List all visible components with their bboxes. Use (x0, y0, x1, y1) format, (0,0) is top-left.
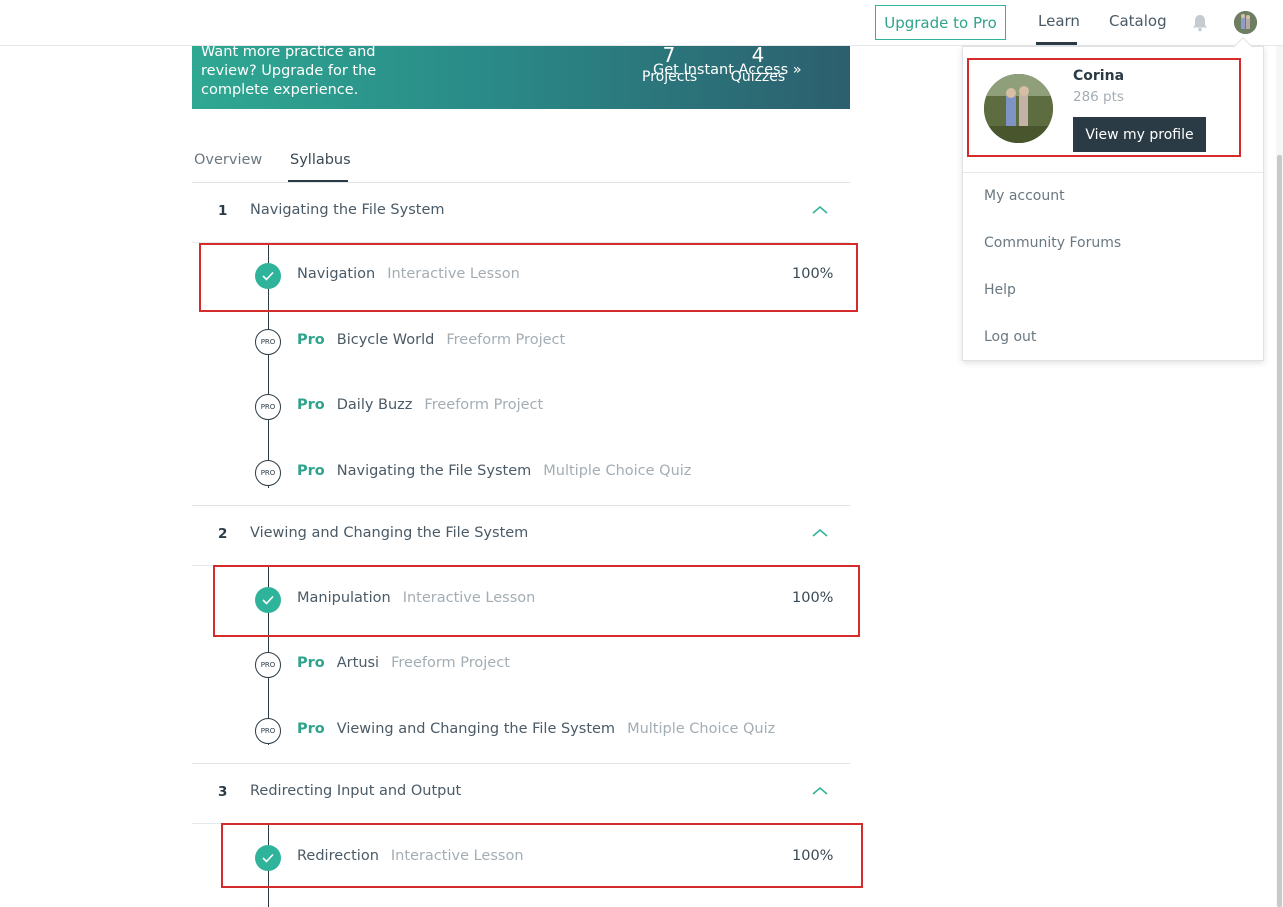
item-type: Multiple Choice Quiz (543, 463, 692, 479)
top-navbar: Upgrade to Pro Learn Catalog (0, 0, 1283, 46)
section-title: Navigating the File System (250, 202, 445, 218)
list-item[interactable]: PRO Pro Artusi Freeform Project (192, 645, 850, 685)
menu-item-log-out[interactable]: Log out (984, 329, 1036, 345)
item-type: Freeform Project (391, 655, 510, 671)
nav-active-indicator (1036, 42, 1077, 45)
menu-item-community-forums[interactable]: Community Forums (984, 235, 1121, 251)
section-title: Viewing and Changing the File System (250, 525, 529, 541)
item-title[interactable]: Redirection (297, 848, 379, 864)
item-progress: 100% (792, 266, 834, 282)
profile-avatar[interactable] (984, 74, 1053, 143)
menu-item-help[interactable]: Help (984, 282, 1016, 298)
dropdown-divider (963, 172, 1263, 173)
upgrade-to-pro-button[interactable]: Upgrade to Pro (875, 5, 1006, 40)
pro-lock-icon: PRO (255, 460, 281, 486)
list-item[interactable]: PRO Pro Navigating the File System Multipl… (192, 453, 850, 493)
section-number: 3 (218, 784, 228, 800)
pro-tag: Pro (297, 332, 325, 348)
item-progress: 100% (792, 848, 834, 864)
pro-lock-icon: PRO (255, 652, 281, 678)
list-item[interactable]: Manipulation Interactive Lesson 100% (192, 580, 850, 620)
list-item[interactable]: Redirection Interactive Lesson 100% (192, 838, 850, 878)
section-number: 2 (218, 526, 228, 542)
tab-syllabus[interactable]: Syllabus (290, 152, 351, 168)
list-item[interactable]: PRO Pro Bicycle World Freeform Project (192, 322, 850, 362)
nav-learn-link[interactable]: Learn (1038, 12, 1080, 30)
profile-dropdown-menu: Corina 286 pts View my profile My accoun… (962, 46, 1264, 361)
menu-item-my-account[interactable]: My account (984, 188, 1065, 204)
item-title[interactable]: Navigating the File System (337, 463, 532, 479)
profile-points: 286 pts (1073, 89, 1124, 105)
syllabus-section-header[interactable]: 2 Viewing and Changing the File System (192, 506, 850, 566)
section-number: 1 (218, 203, 228, 219)
scrollbar-thumb[interactable] (1277, 155, 1282, 907)
tab-overview[interactable]: Overview (194, 152, 262, 168)
list-item[interactable]: Navigation Interactive Lesson 100% (192, 256, 850, 296)
promo-text: Want more practice and review? Upgrade f… (201, 44, 377, 98)
item-title[interactable]: Daily Buzz (337, 397, 413, 413)
item-progress: 100% (792, 590, 834, 606)
nav-catalog-link[interactable]: Catalog (1109, 12, 1167, 30)
completed-check-icon (255, 587, 281, 613)
chevron-up-icon[interactable] (812, 205, 828, 215)
item-content: Redirection Interactive Lesson (297, 848, 524, 864)
upgrade-promo-banner: Want more practice and review? Upgrade f… (192, 43, 850, 109)
view-profile-button[interactable]: View my profile (1073, 117, 1206, 152)
pro-tag: Pro (297, 397, 325, 413)
item-title[interactable]: Artusi (337, 655, 379, 671)
user-avatar-button[interactable] (1234, 11, 1257, 34)
profile-name: Corina (1073, 68, 1125, 84)
bell-icon[interactable] (1192, 14, 1208, 32)
syllabus-section-header[interactable]: 3 Redirecting Input and Output (192, 764, 850, 824)
completed-check-icon (255, 845, 281, 871)
section-title: Redirecting Input and Output (250, 783, 462, 799)
pro-tag: Pro (297, 721, 325, 737)
completed-check-icon (255, 263, 281, 289)
pro-lock-icon: PRO (255, 394, 281, 420)
syllabus-section-header[interactable]: 1 Navigating the File System (192, 183, 850, 243)
chevron-up-icon[interactable] (812, 786, 828, 796)
get-instant-access-link[interactable]: Get Instant Access » (653, 62, 802, 78)
item-content: Pro Artusi Freeform Project (297, 655, 510, 671)
item-title[interactable]: Manipulation (297, 590, 391, 606)
list-item[interactable]: PRO Pro Viewing and Changing the File Sys… (192, 711, 850, 751)
pro-lock-icon: PRO (255, 718, 281, 744)
item-content: Manipulation Interactive Lesson (297, 590, 535, 606)
item-title[interactable]: Bicycle World (337, 332, 435, 348)
item-type: Multiple Choice Quiz (627, 721, 776, 737)
item-content: Pro Daily Buzz Freeform Project (297, 397, 543, 413)
item-content: Pro Viewing and Changing the File System M… (297, 721, 775, 737)
item-type: Interactive Lesson (387, 266, 520, 282)
item-content: Navigation Interactive Lesson (297, 266, 520, 282)
pro-lock-icon: PRO (255, 329, 281, 355)
pro-tag: Pro (297, 655, 325, 671)
item-type: Freeform Project (424, 397, 544, 413)
item-type: Interactive Lesson (402, 590, 536, 606)
pro-tag: Pro (297, 463, 325, 479)
item-title[interactable]: Viewing and Changing the File System (337, 721, 615, 737)
item-content: Pro Bicycle World Freeform Project (297, 332, 565, 348)
list-item[interactable]: PRO Pro Daily Buzz Freeform Project (192, 387, 850, 427)
chevron-up-icon[interactable] (812, 528, 828, 538)
item-content: Pro Navigating the File System Multiple Ch… (297, 463, 691, 479)
item-title[interactable]: Navigation (297, 266, 375, 282)
item-type: Freeform Project (446, 332, 566, 348)
item-type: Interactive Lesson (390, 848, 524, 864)
